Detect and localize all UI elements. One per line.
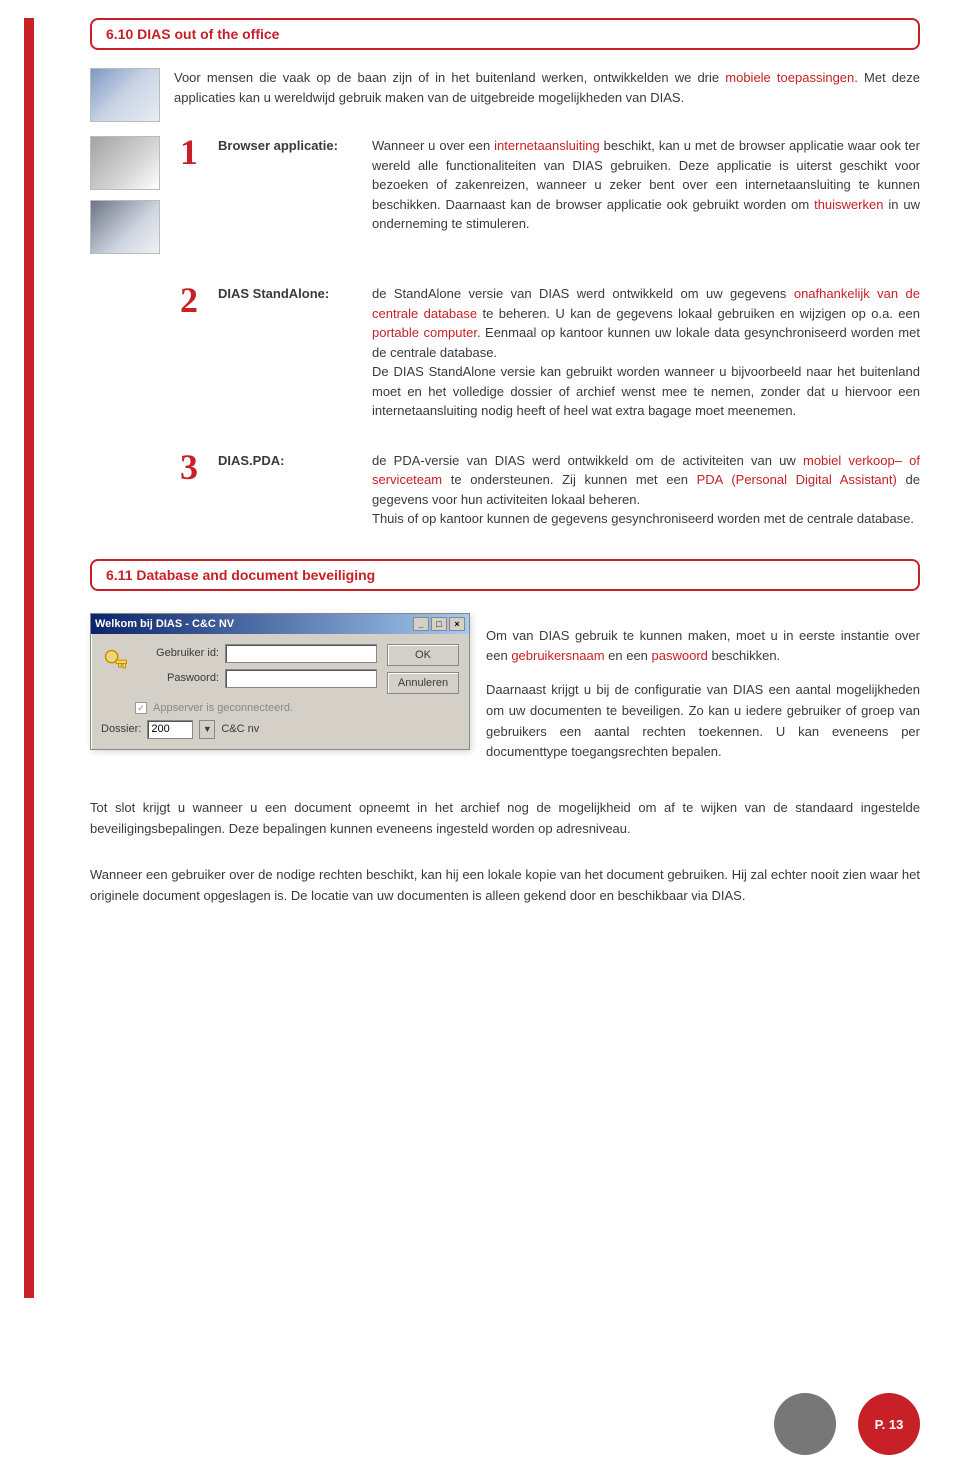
section-610-header: 6.10 DIAS out of the office — [90, 18, 920, 50]
ok-button[interactable]: OK — [387, 644, 459, 666]
item-number: 2 — [174, 282, 204, 421]
user-label: Gebruiker id: — [141, 647, 225, 659]
page-number-badge: P. 13 — [858, 1393, 920, 1455]
password-label: Paswoord: — [141, 672, 225, 684]
footer-paragraph-1: Tot slot krijgt u wanneer u een document… — [90, 798, 920, 840]
cancel-button[interactable]: Annuleren — [387, 672, 459, 694]
login-dialog: Welkom bij DIAS - C&C NV _ □ × Gebruiker… — [90, 613, 470, 750]
item-label: DIAS.PDA: — [218, 451, 358, 529]
text-emphasis: mobiele toepassingen — [725, 70, 854, 85]
item-description: Wanneer u over een internetaansluiting b… — [372, 136, 920, 254]
text: Voor mensen die vaak op de baan zijn of … — [174, 70, 725, 85]
login-status: ✓ Appserver is geconnecteerd. — [91, 702, 469, 714]
thumbnail-image — [90, 68, 160, 122]
login-titlebar: Welkom bij DIAS - C&C NV _ □ × — [91, 614, 469, 634]
footer-paragraph-2: Wanneer een gebruiker over de nodige rec… — [90, 865, 920, 907]
dossier-name: C&C nv — [221, 723, 259, 735]
dossier-dropdown[interactable]: ▼ — [199, 720, 215, 739]
left-accent-bar — [24, 18, 34, 1298]
status-checkbox[interactable]: ✓ — [135, 702, 147, 714]
item-description: de PDA-versie van DIAS werd ontwikkeld o… — [372, 451, 920, 529]
password-input[interactable] — [225, 669, 377, 688]
item-label: DIAS StandAlone: — [218, 284, 358, 421]
dossier-label: Dossier: — [101, 723, 141, 735]
footer-dot-decoration — [774, 1393, 836, 1455]
item-label: Browser applicatie: — [218, 136, 358, 254]
dossier-input[interactable]: 200 — [147, 720, 193, 739]
intro-paragraph: Voor mensen die vaak op de baan zijn of … — [174, 68, 920, 122]
item-number: 1 — [174, 134, 204, 254]
thumbnail-image — [90, 200, 160, 254]
login-side-text: Om van DIAS gebruik te kunnen maken, moe… — [486, 613, 920, 777]
section-611-header: 6.11 Database and document beveiliging — [90, 559, 920, 591]
login-window-title: Welkom bij DIAS - C&C NV — [95, 618, 234, 630]
minimize-button[interactable]: _ — [413, 617, 429, 631]
user-input[interactable] — [225, 644, 377, 663]
key-icon — [101, 644, 131, 678]
close-button[interactable]: × — [449, 617, 465, 631]
item-number: 3 — [174, 449, 204, 529]
thumbnail-image — [90, 136, 160, 190]
maximize-button[interactable]: □ — [431, 617, 447, 631]
item-description: de StandAlone versie van DIAS werd ontwi… — [372, 284, 920, 421]
